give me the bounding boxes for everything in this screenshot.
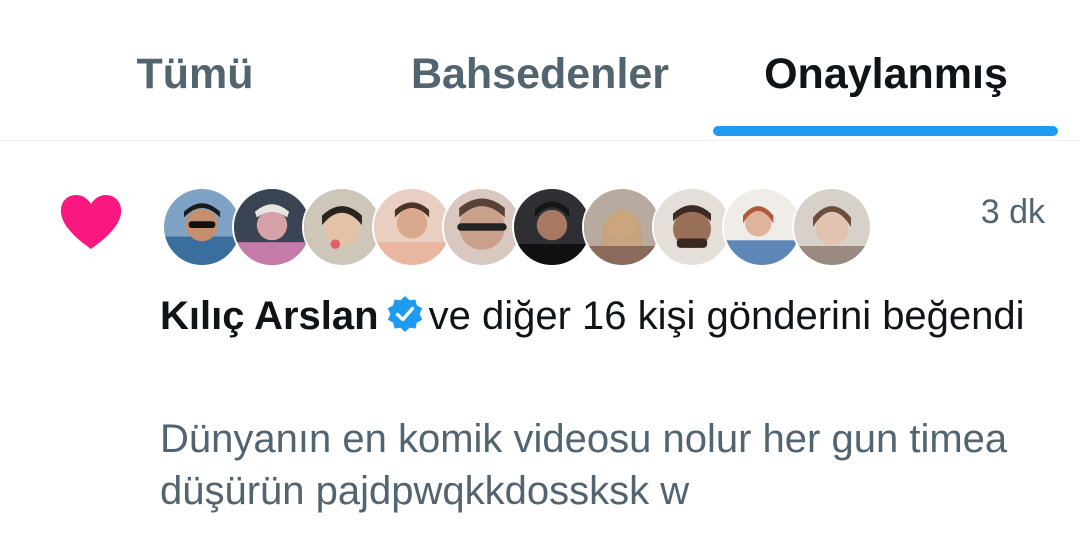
notifications-screen: Tümü Bahsedenler Onaylanmış 3 dk Kılıç A… (0, 0, 1080, 550)
tab-verified-label: Onaylanmış (764, 50, 1008, 98)
like-summary: Kılıç Arslan ve diğer 16 kişi gönderini … (160, 291, 1040, 341)
avatar[interactable] (722, 187, 802, 267)
avatar[interactable] (582, 187, 662, 267)
avatar[interactable] (302, 187, 382, 267)
tab-mentions-label: Bahsedenler (410, 50, 670, 98)
notification-time[interactable]: 3 dk (981, 193, 1045, 232)
heart-shape (60, 195, 122, 249)
verified-badge-icon (387, 296, 422, 332)
avatar[interactable] (232, 187, 312, 267)
avatar[interactable] (792, 187, 872, 267)
tab-all[interactable]: Tümü (95, 0, 295, 140)
verified-badge-shape (387, 296, 422, 332)
active-tab-indicator (713, 126, 1058, 136)
avatar[interactable] (442, 187, 522, 267)
tab-verified[interactable]: Onaylanmış (715, 0, 1057, 140)
tab-mentions[interactable]: Bahsedenler (380, 0, 700, 140)
avatar[interactable] (162, 187, 242, 267)
avatar[interactable] (652, 187, 732, 267)
avatar[interactable] (372, 187, 452, 267)
notification-tabs: Tümü Bahsedenler Onaylanmış (0, 0, 1080, 141)
avatar[interactable] (512, 187, 592, 267)
like-notification[interactable]: 3 dk Kılıç Arslan ve diğer 16 kişi gönde… (0, 141, 1080, 550)
like-action-text: ve diğer 16 kişi gönderini beğendi (428, 294, 1025, 338)
user-name-link[interactable]: Kılıç Arslan (160, 294, 379, 338)
liked-post-text[interactable]: Dünyanın en komik videosu nolur her gun … (160, 413, 1040, 517)
liker-avatars (162, 187, 872, 271)
tab-all-label: Tümü (136, 50, 254, 98)
heart-icon (60, 195, 122, 249)
